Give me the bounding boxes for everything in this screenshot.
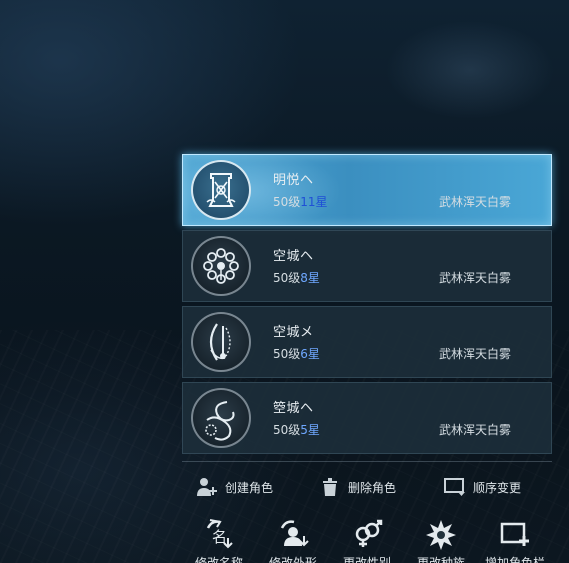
rename-label: 修改名称 [194, 556, 243, 563]
character-name: 明悦ヘ [273, 173, 314, 188]
character-level: 50级5星 [273, 423, 320, 437]
race-icon [426, 520, 456, 550]
change-gender-button[interactable]: 更改性别 [332, 516, 402, 563]
character-server: 武林浑天白雾 [438, 271, 511, 285]
reorder-label: 顺序变更 [473, 480, 522, 495]
rename-icon: 名 [206, 519, 233, 549]
character-stars: 11星 [300, 195, 328, 209]
delete-character-button[interactable]: 删除角色 [318, 474, 396, 500]
character-card[interactable]: 空城ヘ 50级8星 武林浑天白雾 [182, 230, 552, 302]
character-server: 武林浑天白雾 [438, 347, 511, 361]
add-slot-label: 增加角色栏 [484, 556, 545, 563]
add-slot-button[interactable]: 增加角色栏 [480, 516, 550, 563]
add-user-icon [197, 478, 217, 496]
create-character-button[interactable]: 创建角色 [195, 474, 273, 500]
character-stars: 5星 [300, 423, 320, 437]
rename-button[interactable]: 名 修改名称 [184, 516, 254, 563]
scroll-crest-icon [191, 160, 251, 220]
character-card[interactable]: 空城メ 50级6星 武林浑天白雾 [182, 306, 552, 378]
character-name: 空城ヘ [273, 249, 314, 264]
reorder-icon [444, 478, 465, 496]
character-name: 箜城ヘ [273, 401, 314, 416]
change-appearance-icon [280, 520, 309, 547]
change-appearance-label: 修改外形 [268, 556, 317, 563]
trash-icon [323, 478, 337, 496]
character-stars: 6星 [300, 347, 320, 361]
character-stars: 8星 [300, 271, 320, 285]
character-card[interactable]: 明悦ヘ 50级11星 武林浑天白雾 [182, 154, 552, 226]
delete-character-label: 删除角色 [348, 480, 397, 495]
character-level: 50级11星 [273, 195, 328, 209]
gender-icon [355, 519, 383, 547]
change-gender-label: 更改性别 [342, 556, 391, 563]
change-race-button[interactable]: 更改种族 [406, 516, 476, 563]
divider [182, 461, 552, 462]
character-card[interactable]: 箜城ヘ 50级5星 武林浑天白雾 [182, 382, 552, 454]
character-level: 50级8星 [273, 271, 320, 285]
blade-crest-icon [191, 312, 251, 372]
add-slot-icon [500, 522, 529, 546]
change-race-label: 更改种族 [416, 556, 465, 563]
flower-ring-icon [191, 236, 251, 296]
character-server: 武林浑天白雾 [438, 195, 511, 209]
swirl-crest-icon [191, 388, 251, 448]
character-level: 50级6星 [273, 347, 320, 361]
character-select-screen: 明悦ヘ 50级11星 武林浑天白雾 空城ヘ 50级8星 武林浑天白雾 空城メ 5… [0, 0, 569, 563]
character-name: 空城メ [273, 325, 314, 340]
reorder-button[interactable]: 顺序变更 [443, 474, 521, 500]
character-server: 武林浑天白雾 [438, 423, 511, 437]
change-appearance-button[interactable]: 修改外形 [258, 516, 328, 563]
create-character-label: 创建角色 [225, 480, 274, 495]
